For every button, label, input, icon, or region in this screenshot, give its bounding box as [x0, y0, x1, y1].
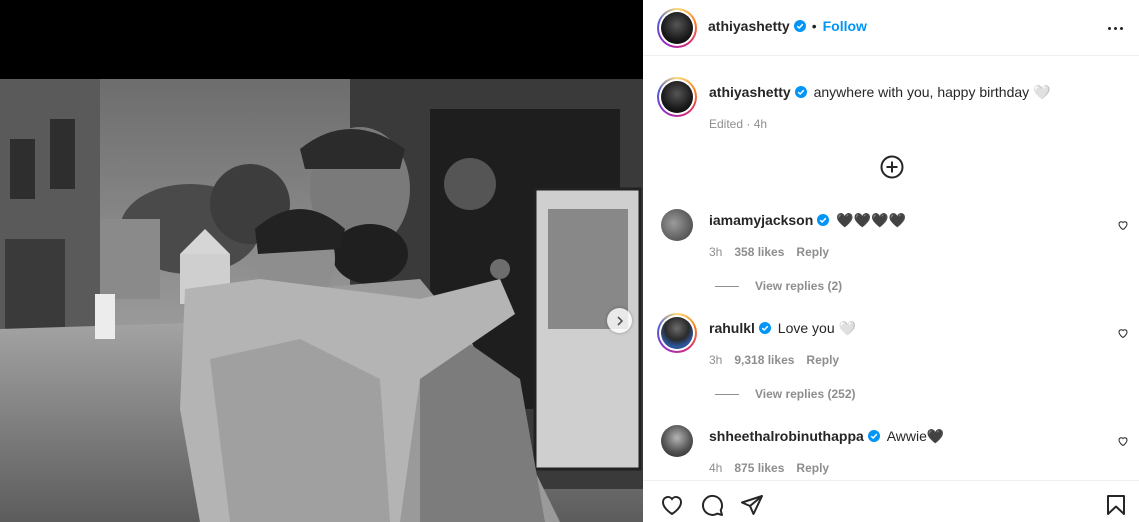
reply-button[interactable]: Reply	[806, 353, 839, 367]
comment-text: 🖤🖤🖤🖤	[836, 212, 906, 228]
bookmark-icon[interactable]	[1104, 493, 1128, 517]
verified-badge-icon	[758, 322, 771, 334]
verified-badge-icon	[817, 214, 830, 226]
comment-time: 3h	[709, 245, 723, 259]
plus-circle-icon[interactable]	[880, 155, 904, 179]
next-image-button[interactable]	[607, 308, 632, 333]
comment-likes[interactable]: 875 likes	[734, 461, 784, 475]
caption: athiyashetty anywhere with you, happy bi…	[709, 84, 1051, 101]
view-replies-label: View replies (252)	[755, 387, 856, 401]
comment-icon[interactable]	[700, 493, 724, 517]
view-replies-label: View replies (2)	[755, 279, 843, 293]
comment-text: Awwie🖤	[886, 428, 945, 444]
caption-username[interactable]: athiyashetty	[709, 84, 791, 100]
comments-section: athiyashetty anywhere with you, happy bi…	[643, 57, 1139, 480]
caption-meta: Edited · 4h	[709, 117, 768, 131]
comment-username[interactable]: rahulkl	[709, 320, 755, 336]
heart-icon[interactable]	[660, 493, 684, 517]
send-icon[interactable]	[740, 493, 764, 517]
commenter-avatar[interactable]	[657, 313, 697, 353]
view-replies-button[interactable]: View replies (252)	[715, 387, 856, 401]
author-avatar[interactable]	[657, 8, 697, 48]
post-media	[0, 0, 643, 522]
comment-meta: 3h 9,318 likes Reply	[709, 353, 851, 367]
chevron-right-icon	[616, 315, 623, 326]
comment-like-icon[interactable]	[1117, 219, 1129, 231]
post-photo[interactable]	[0, 79, 643, 522]
comment-username[interactable]: shheethalrobinuthappa	[709, 428, 864, 444]
more-options-icon[interactable]	[1105, 19, 1125, 37]
verified-badge-icon	[793, 20, 806, 32]
caption-text: anywhere with you, happy birthday 🤍	[813, 84, 1051, 100]
comment-meta: 4h 875 likes Reply	[709, 461, 841, 475]
comment-time: 3h	[709, 353, 723, 367]
post-header: athiyashetty • Follow	[643, 0, 1139, 56]
reply-button[interactable]: Reply	[796, 245, 829, 259]
comment-like-icon[interactable]	[1117, 435, 1129, 447]
comment-likes[interactable]: 358 likes	[734, 245, 784, 259]
post-sidebar: athiyashetty • Follow athiyashetty anywh…	[643, 0, 1139, 522]
caption-avatar[interactable]	[657, 77, 697, 117]
comment-time: 4h	[709, 461, 723, 475]
comment-likes[interactable]: 9,318 likes	[734, 353, 794, 367]
comment-username[interactable]: iamamyjackson	[709, 212, 813, 228]
commenter-avatar[interactable]	[661, 209, 693, 241]
author-username[interactable]: athiyashetty	[708, 18, 790, 34]
comment-item: iamamyjackson 🖤🖤🖤🖤	[709, 212, 906, 229]
comment-item: shheethalrobinuthappa Awwie🖤	[709, 428, 944, 445]
reply-button[interactable]: Reply	[796, 461, 829, 475]
action-bar	[643, 480, 1139, 522]
comment-item: rahulkl Love you 🤍	[709, 320, 856, 337]
commenter-avatar[interactable]	[661, 425, 693, 457]
verified-badge-icon	[867, 430, 880, 442]
view-replies-button[interactable]: View replies (2)	[715, 279, 842, 293]
separator-dot: •	[811, 18, 817, 34]
comment-like-icon[interactable]	[1117, 327, 1129, 339]
verified-badge-icon	[794, 86, 807, 98]
comment-meta: 3h 358 likes Reply	[709, 245, 841, 259]
comment-text: Love you 🤍	[777, 320, 856, 336]
follow-button[interactable]: Follow	[823, 18, 867, 34]
